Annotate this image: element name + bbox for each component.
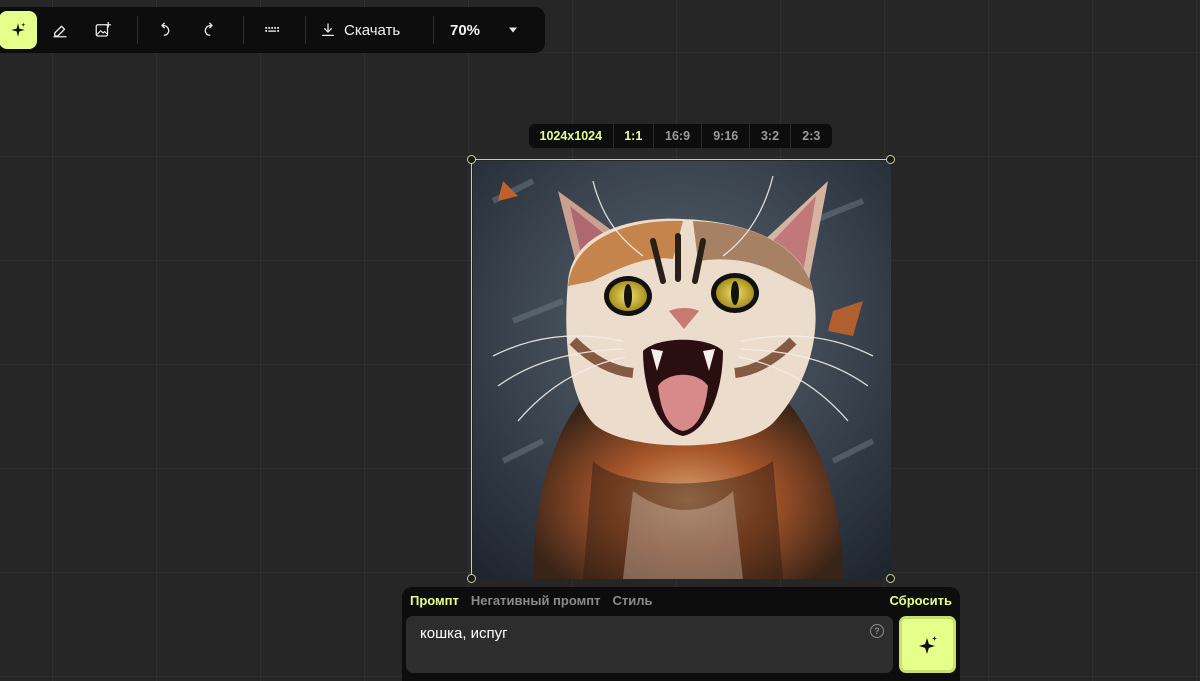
resize-handle-top-right[interactable] [886, 155, 895, 164]
toolbar-divider [305, 16, 306, 44]
resize-handle-top-left[interactable] [467, 155, 476, 164]
generate-button[interactable] [899, 616, 956, 673]
redo-button[interactable] [190, 11, 228, 49]
eraser-icon [53, 25, 67, 38]
help-icon[interactable]: ? [870, 624, 884, 638]
ratio-option-2-3[interactable]: 2:3 [789, 124, 832, 148]
toolbar-divider [433, 16, 434, 44]
aspect-ratio-bar: 1024x1024 1:1 16:9 9:16 3:2 2:3 [529, 124, 832, 148]
prompt-panel: Промпт Негативный промпт Стиль Сбросить … [402, 587, 960, 681]
toolbar-divider [137, 16, 138, 44]
eraser-tool-button[interactable] [41, 11, 79, 49]
download-button[interactable]: Скачать [320, 11, 412, 49]
add-image-tool-button[interactable] [84, 11, 122, 49]
image-frame[interactable] [467, 155, 895, 583]
sparkle-icon [11, 22, 26, 37]
tab-negative-prompt[interactable]: Негативный промпт [471, 593, 601, 608]
chevron-down-icon [509, 27, 517, 33]
undo-button[interactable] [146, 11, 184, 49]
tab-style[interactable]: Стиль [612, 593, 652, 608]
keyboard-icon [265, 27, 280, 32]
resize-handle-bottom-left[interactable] [467, 574, 476, 583]
prompt-input[interactable]: кошка, испуг [406, 616, 893, 673]
zoom-level[interactable]: 70% [450, 11, 480, 49]
ratio-option-16-9[interactable]: 16:9 [652, 124, 701, 148]
ratio-option-1-1[interactable]: 1:1 [612, 124, 653, 148]
toolbar-divider [243, 16, 244, 44]
ratio-option-9-16[interactable]: 9:16 [701, 124, 749, 148]
generate-tool-button[interactable] [0, 11, 37, 49]
tab-prompt[interactable]: Промпт [410, 593, 459, 608]
resolution-label: 1024x1024 [539, 129, 603, 143]
reset-button[interactable]: Сбросить [889, 593, 952, 608]
zoom-dropdown-button[interactable] [502, 11, 524, 49]
ratio-option-3-2[interactable]: 3:2 [749, 124, 789, 148]
generated-cat-image [473, 161, 891, 579]
download-icon [322, 23, 334, 36]
prompt-tabs: Промпт Негативный промпт Стиль [410, 593, 652, 608]
redo-icon [204, 22, 213, 36]
image-add-icon [95, 21, 112, 37]
keyboard-shortcuts-button[interactable] [253, 11, 291, 49]
sparkle-icon [918, 635, 937, 654]
resize-handle-bottom-right[interactable] [886, 574, 895, 583]
undo-icon [161, 22, 170, 36]
download-label: Скачать [344, 21, 401, 39]
top-toolbar: Скачать 70% [0, 7, 545, 53]
